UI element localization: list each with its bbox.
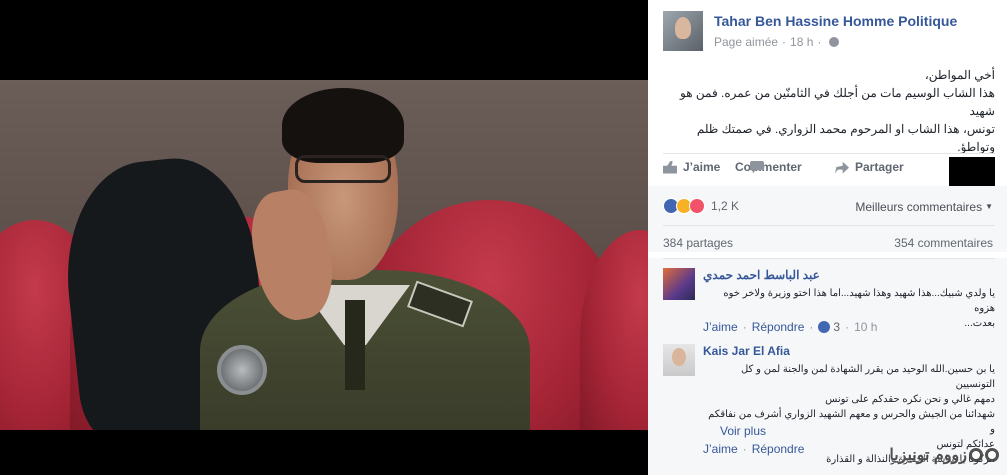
comment-like-link[interactable]: J’aime [703, 442, 738, 456]
comment-actions: J’aime · Répondre · 3 · 10 h [703, 320, 878, 334]
see-more-link[interactable]: Voir plus [720, 424, 766, 438]
comment-like-link[interactable]: J’aime [703, 320, 738, 334]
commenter-avatar[interactable] [663, 344, 695, 376]
photo-watch [217, 345, 267, 395]
comment-text-line: يا ولدي شبيك...هذا شهيد وهذا شهيد...اما … [723, 288, 995, 314]
commenter-name[interactable]: عبد الباسط احمد حمدي [703, 268, 820, 282]
shares-count[interactable]: 384 partages [663, 236, 733, 250]
share-button[interactable]: Partager [835, 160, 904, 174]
reactions[interactable]: 1,2 K [663, 198, 739, 214]
comment-reply-link[interactable]: Répondre [752, 442, 805, 456]
like-button[interactable]: J’aime [663, 160, 720, 174]
globe-icon [829, 37, 840, 47]
comment-button[interactable]: Commenter [735, 160, 802, 174]
post-meta: Page aimée · 18 h · [714, 35, 840, 49]
sort-label: Meilleurs commentaires [855, 200, 983, 214]
watermark-logo-icon [967, 448, 999, 462]
watermark-text: زووم تونيزيا [889, 447, 967, 464]
post-text: أخي المواطن، هذا الشاب الوسيم مات من أجل… [663, 66, 995, 156]
comment-likes-count[interactable]: 3 [833, 320, 840, 334]
love-reaction-icon [689, 198, 705, 214]
comment-text-line: دمهم غالي و نحن نكره حقدكم على تونس [825, 394, 995, 405]
reactions-summary: 1,2 K Meilleurs commentaires ▼ 384 partag… [648, 186, 1007, 252]
post-actions: J’aime Commenter Partager [663, 160, 995, 184]
thumbs-up-icon [818, 321, 831, 333]
comment-item: عبد الباسط احمد حمدي يا ولدي شبيك...هذا … [663, 268, 995, 348]
comment-sort-dropdown[interactable]: Meilleurs commentaires ▼ [855, 200, 993, 214]
comment-text-line: يا بن حسين.الله الوحيد من يقرر الشهادة ل… [740, 364, 995, 390]
photo-hair [282, 88, 404, 163]
divider [663, 225, 995, 226]
post-side-panel: Tahar Ben Hassine Homme Politique Page a… [648, 0, 1007, 475]
commenter-name[interactable]: Kais Jar El Afia [703, 344, 790, 358]
post-text-line: أخي المواطن، [924, 68, 995, 82]
photo-viewer [0, 0, 648, 475]
post-text-line: هذا الشاب الوسيم مات من أجلك في الثامنّي… [680, 86, 995, 118]
post-timestamp[interactable]: 18 h [790, 35, 813, 49]
photo-glasses [295, 155, 391, 183]
post-photo[interactable] [0, 80, 648, 430]
divider [663, 258, 995, 259]
post-text-line: تونس، هذا الشاب او المرحوم محمد الزواري.… [696, 122, 995, 154]
comment-actions: J’aime · Répondre [703, 442, 805, 456]
page-name-link[interactable]: Tahar Ben Hassine Homme Politique [714, 13, 957, 29]
post-header: Tahar Ben Hassine Homme Politique Page a… [663, 11, 997, 55]
reactions-count: 1,2 K [711, 199, 740, 213]
comments-list: عبد الباسط احمد حمدي يا ولدي شبيك...هذا … [648, 258, 1007, 475]
chevron-down-icon: ▼ [985, 202, 993, 211]
comment-label: Commenter [735, 160, 802, 174]
divider [663, 153, 995, 154]
thumbs-up-icon [663, 160, 677, 174]
share-icon [835, 161, 849, 174]
photo-tie [345, 300, 365, 390]
comment-timestamp[interactable]: 10 h [854, 320, 877, 334]
like-label: J’aime [683, 160, 721, 174]
commenter-avatar[interactable] [663, 268, 695, 300]
comment-reply-link[interactable]: Répondre [752, 320, 805, 334]
share-label: Partager [855, 160, 904, 174]
comments-count[interactable]: 354 commentaires [894, 236, 993, 250]
redacted-box [949, 157, 995, 186]
page-avatar[interactable] [663, 11, 703, 51]
watermark: زووم تونيزيا [883, 445, 999, 465]
page-liked-status[interactable]: Page aimée [714, 35, 778, 49]
